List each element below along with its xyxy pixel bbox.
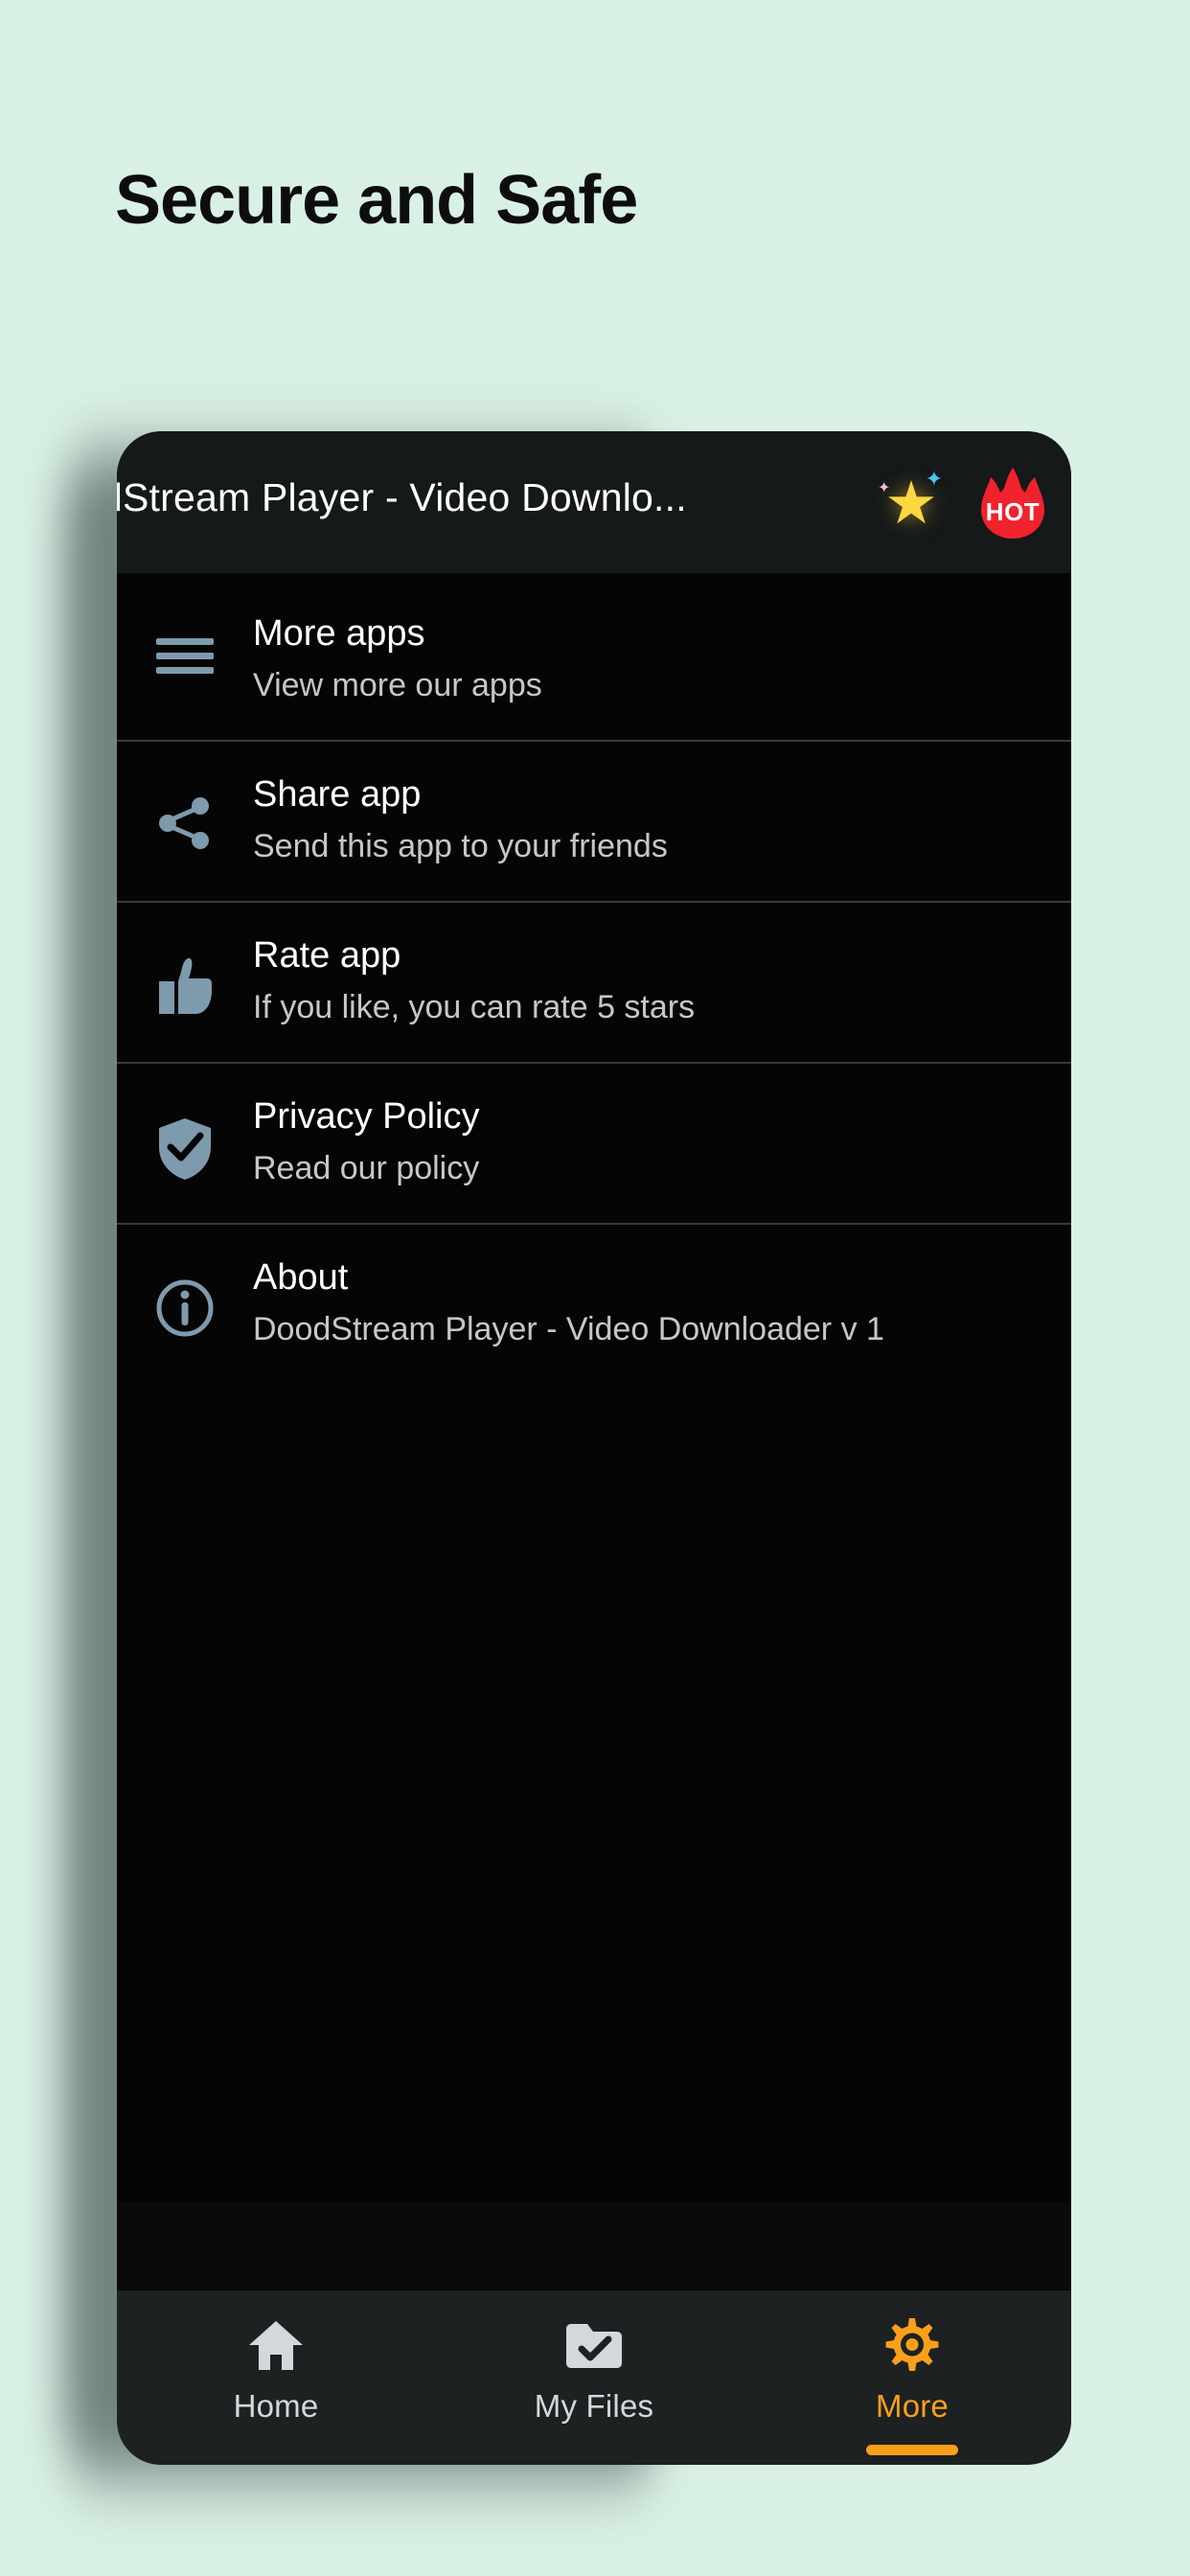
settings-menu-list: More apps View more our apps Share app S…	[117, 573, 1071, 2202]
menu-item-privacy-policy[interactable]: Privacy Policy Read our policy	[117, 1064, 1071, 1225]
share-icon	[117, 774, 253, 851]
menu-item-subtitle: If you like, you can rate 5 stars	[253, 988, 696, 1025]
menu-item-title: Rate app	[253, 935, 401, 976]
star-glyph: ★	[884, 470, 938, 537]
nav-item-more[interactable]: More	[753, 2315, 1071, 2455]
home-icon	[248, 2315, 304, 2375]
app-bar-title: odStream Player - Video Downlo...	[117, 475, 687, 519]
menu-item-rate-app[interactable]: Rate app If you like, you can rate 5 sta…	[117, 903, 1071, 1064]
nav-item-label: My Files	[534, 2388, 654, 2424]
app-bar: odStream Player - Video Downlo... ✦ ✦ ★ …	[117, 431, 1071, 573]
menu-item-text: About DoodStream Player - Video Download…	[253, 1257, 1071, 1348]
active-tab-indicator	[866, 2445, 958, 2455]
hot-icon[interactable]: HOT	[975, 464, 1050, 540]
page-title: Secure and Safe	[115, 162, 638, 239]
hot-badge-label: HOT	[985, 497, 1041, 526]
menu-item-subtitle: View more our apps	[253, 666, 542, 703]
menu-item-more-apps[interactable]: More apps View more our apps	[117, 581, 1071, 742]
nav-item-label: Home	[233, 2388, 319, 2424]
menu-item-text: More apps View more our apps	[253, 613, 1071, 704]
menu-item-text: Rate app If you like, you can rate 5 sta…	[253, 935, 1071, 1026]
menu-item-title: Privacy Policy	[253, 1096, 480, 1137]
star-icon[interactable]: ✦ ✦ ★	[874, 465, 949, 540]
nav-item-my-files[interactable]: My Files	[435, 2315, 753, 2425]
menu-item-share-app[interactable]: Share app Send this app to your friends	[117, 742, 1071, 903]
hamburger-menu-icon	[117, 613, 253, 678]
menu-item-text: Share app Send this app to your friends	[253, 774, 1071, 865]
menu-item-title: More apps	[253, 613, 425, 654]
menu-item-subtitle: Send this app to your friends	[253, 827, 668, 864]
shield-check-icon	[117, 1096, 253, 1181]
nav-item-label: More	[876, 2388, 949, 2424]
folder-check-icon	[566, 2315, 622, 2375]
bottom-navigation-bar: Home My Files More	[117, 2290, 1071, 2465]
phone-screen: odStream Player - Video Downlo... ✦ ✦ ★ …	[117, 431, 1071, 2465]
gear-icon	[883, 2315, 941, 2375]
nav-item-home[interactable]: Home	[117, 2315, 435, 2425]
app-bar-actions: ✦ ✦ ★ HOT	[874, 464, 1050, 540]
menu-item-about[interactable]: About DoodStream Player - Video Download…	[117, 1225, 1071, 1386]
menu-item-text: Privacy Policy Read our policy	[253, 1096, 1071, 1187]
thumbs-up-icon	[117, 935, 253, 1016]
menu-item-title: Share app	[253, 774, 422, 815]
menu-item-subtitle: DoodStream Player - Video Downloader v 1	[253, 1310, 884, 1347]
info-circle-icon	[117, 1257, 253, 1338]
menu-item-subtitle: Read our policy	[253, 1149, 480, 1186]
menu-item-title: About	[253, 1257, 349, 1298]
